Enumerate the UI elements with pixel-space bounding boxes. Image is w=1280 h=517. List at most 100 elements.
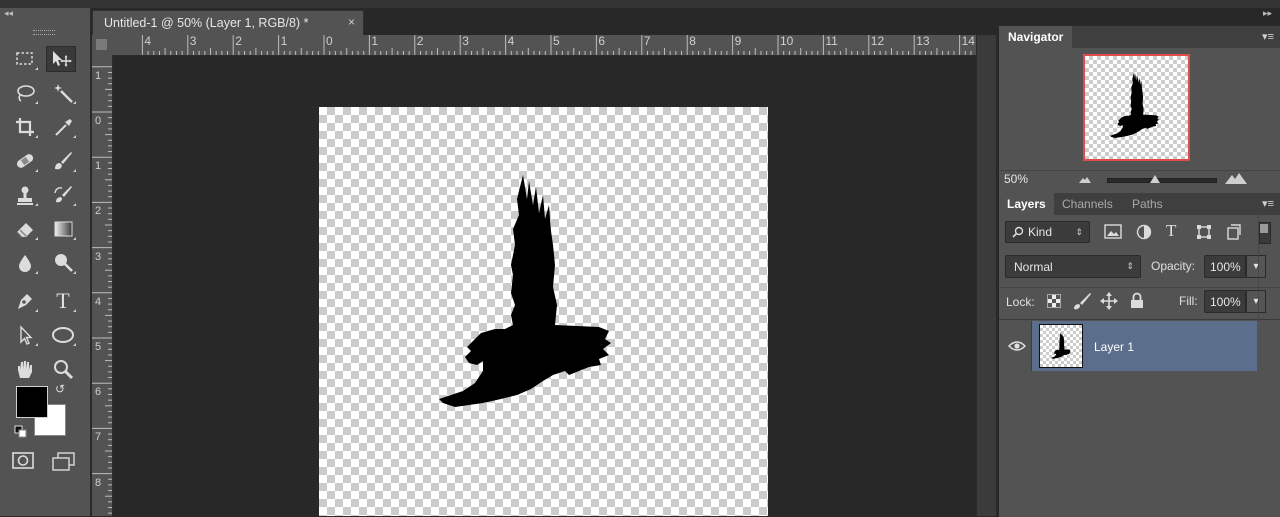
move-tool[interactable] xyxy=(46,46,76,72)
separator xyxy=(999,319,1280,320)
tab-channels[interactable]: Channels xyxy=(1054,193,1121,215)
crop-icon xyxy=(16,118,34,136)
ruler-label: 3 xyxy=(189,34,197,48)
close-document-icon[interactable]: × xyxy=(348,15,355,29)
fill-dropdown-button[interactable]: ▾ xyxy=(1246,290,1266,313)
ruler-origin[interactable] xyxy=(92,35,112,55)
tools-panel-grip[interactable] xyxy=(33,30,55,35)
opacity-input[interactable]: 100% xyxy=(1204,255,1246,278)
dodge-icon xyxy=(55,254,73,272)
vertical-ruler[interactable]: 1 0 1 2 3 4 5 6 7 8 xyxy=(92,55,113,516)
lock-all-icon[interactable] xyxy=(1130,292,1144,309)
horizontal-ruler[interactable]: 4 3 2 1 0 1 2 3 4 5 6 7 8 9 10 11 12 13 14 xyxy=(112,34,976,56)
tab-paths[interactable]: Paths xyxy=(1124,193,1171,215)
ruler-label: 6 xyxy=(95,386,102,399)
default-colors-icon[interactable] xyxy=(14,425,28,439)
magic-wand-icon xyxy=(54,84,73,103)
opacity-label: Opacity: xyxy=(1151,259,1196,273)
ruler-label: 2 xyxy=(95,205,102,218)
arrow-icon xyxy=(20,325,33,345)
navigator-panel-menu-icon[interactable]: ▾≡ xyxy=(1262,30,1274,43)
dodge-tool[interactable] xyxy=(48,250,78,276)
ruler-label: 4 xyxy=(95,295,102,308)
navigator-zoom-slider[interactable] xyxy=(1107,178,1217,183)
move-icon xyxy=(53,51,72,67)
eyedropper-icon xyxy=(55,119,72,136)
document-canvas[interactable] xyxy=(319,107,768,516)
zoom-icon xyxy=(54,360,74,380)
layers-panel-tabs: Layers Channels Paths ▾≡ xyxy=(999,193,1280,215)
document-tab-title: Untitled-1 @ 50% (Layer 1, RGB/8) * xyxy=(104,16,309,30)
tools-panel: ◂◂ T ↺ xyxy=(0,8,91,516)
ruler-label: 7 xyxy=(95,431,102,444)
layer-filter-kind-select[interactable]: Kind ⇕ xyxy=(1005,221,1090,243)
lock-position-icon[interactable] xyxy=(1100,292,1118,310)
clone-stamp-tool[interactable] xyxy=(10,182,40,208)
path-selection-tool[interactable] xyxy=(10,322,40,348)
filter-adjustment-layers-icon[interactable] xyxy=(1136,224,1152,240)
pen-tool[interactable] xyxy=(10,288,40,314)
ruler-label: 9 xyxy=(734,34,742,48)
blend-mode-select[interactable]: Normal ⇕ xyxy=(1005,255,1141,278)
type-tool[interactable]: T xyxy=(48,288,78,314)
zoom-in-icon[interactable] xyxy=(1224,172,1248,185)
spot-healing-tool[interactable] xyxy=(10,148,40,174)
crop-tool[interactable] xyxy=(10,114,40,140)
eagle-silhouette xyxy=(439,175,611,407)
document-tab[interactable]: Untitled-1 @ 50% (Layer 1, RGB/8) * × xyxy=(92,10,364,35)
quick-mask-icon[interactable] xyxy=(12,452,34,470)
rectangular-marquee-tool[interactable] xyxy=(10,46,40,72)
ruler-label: 0 xyxy=(326,34,333,48)
ruler-label: 12 xyxy=(870,34,885,48)
stamp-icon xyxy=(17,186,33,205)
history-brush-tool[interactable] xyxy=(48,182,78,208)
ellipse-icon xyxy=(52,327,74,343)
layer-visibility-eye-icon[interactable] xyxy=(1008,340,1026,352)
hand-tool[interactable] xyxy=(10,356,40,382)
filter-toggle-switch[interactable] xyxy=(1259,222,1271,244)
marquee-icon xyxy=(16,52,33,65)
fill-input[interactable]: 100% xyxy=(1204,290,1246,313)
eraser-tool[interactable] xyxy=(10,216,40,242)
brush-tool[interactable] xyxy=(48,148,78,174)
type-icon: T xyxy=(56,288,70,313)
filter-smart-objects-icon[interactable] xyxy=(1226,224,1242,240)
swap-colors-icon[interactable]: ↺ xyxy=(55,382,65,396)
navigator-zoom-value[interactable]: 50% xyxy=(1004,172,1028,186)
separator xyxy=(999,287,1280,288)
ruler-label: 2 xyxy=(416,34,424,48)
ellipse-tool[interactable] xyxy=(48,322,78,348)
tools-collapse-button[interactable]: ◂◂ xyxy=(4,8,13,19)
ruler-label: 4 xyxy=(507,34,515,48)
zoom-out-icon[interactable] xyxy=(1078,174,1092,184)
gradient-tool[interactable] xyxy=(48,216,78,242)
layer-thumbnail[interactable] xyxy=(1039,324,1083,368)
eyedropper-tool[interactable] xyxy=(48,114,78,140)
ruler-label: 11 xyxy=(825,34,838,48)
ruler-label: 5 xyxy=(95,341,102,353)
lock-transparent-pixels-icon[interactable] xyxy=(1047,294,1061,308)
blur-tool[interactable] xyxy=(10,250,40,276)
tab-navigator[interactable]: Navigator xyxy=(999,26,1073,48)
vertical-scrollbar[interactable] xyxy=(976,35,997,516)
ruler-label: 13 xyxy=(916,34,930,48)
filter-type-layers-icon[interactable]: T xyxy=(1166,221,1176,241)
foreground-color-swatch[interactable] xyxy=(16,386,48,418)
ruler-label: 1 xyxy=(280,34,288,48)
drop-icon xyxy=(19,255,31,272)
navigator-preview[interactable] xyxy=(1083,54,1190,161)
layers-scrollbar[interactable] xyxy=(1257,321,1280,516)
navigator-zoom-slider-thumb[interactable] xyxy=(1150,175,1160,183)
lasso-tool[interactable] xyxy=(10,80,40,106)
filter-shape-layers-icon[interactable] xyxy=(1196,224,1212,240)
magic-wand-tool[interactable] xyxy=(48,80,78,106)
lock-image-pixels-icon[interactable] xyxy=(1072,292,1092,310)
screen-mode-icon[interactable] xyxy=(52,452,76,472)
opacity-dropdown-button[interactable]: ▾ xyxy=(1246,255,1266,278)
filter-pixel-layers-icon[interactable] xyxy=(1104,224,1122,240)
tab-layers[interactable]: Layers xyxy=(999,193,1054,215)
zoom-tool[interactable] xyxy=(48,356,78,382)
blend-mode-value: Normal xyxy=(1014,259,1053,274)
layers-panel-menu-icon[interactable]: ▾≡ xyxy=(1262,197,1274,210)
layer-name[interactable]: Layer 1 xyxy=(1094,340,1134,354)
